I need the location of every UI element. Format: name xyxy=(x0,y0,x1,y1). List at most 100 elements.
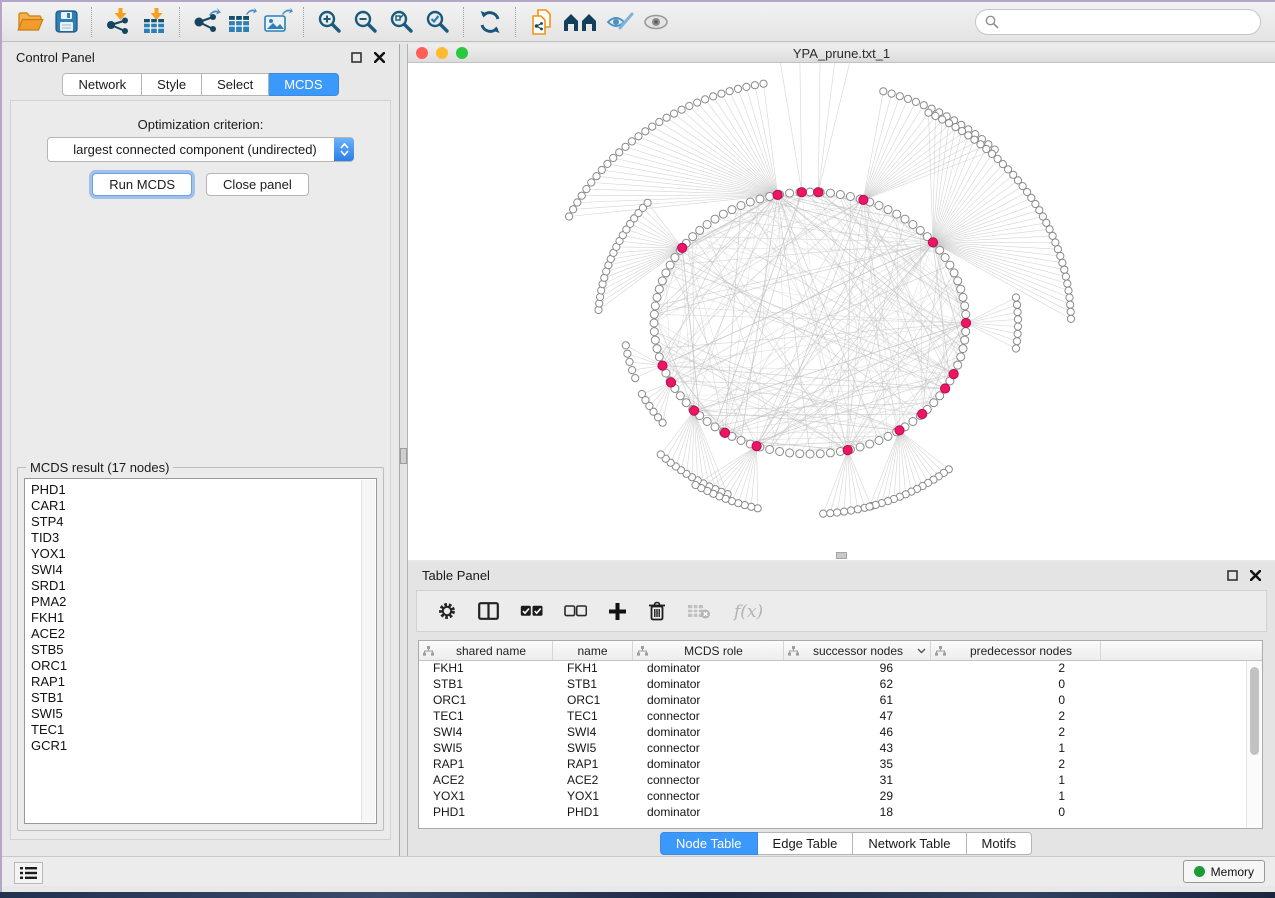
network-graph[interactable] xyxy=(408,63,1275,560)
import-network-button[interactable] xyxy=(100,6,136,38)
first-neighbors-button[interactable] xyxy=(560,6,602,38)
node-table[interactable]: shared namenameMCDS rolesuccessor nodesp… xyxy=(418,640,1263,829)
mcds-list-scrollbar[interactable] xyxy=(361,480,375,822)
mcds-result-item[interactable]: FKH1 xyxy=(31,610,356,626)
save-icon xyxy=(55,10,78,33)
tab-select[interactable]: Select xyxy=(202,73,269,96)
tab-network[interactable]: Network xyxy=(62,73,142,96)
delete-column-icon[interactable] xyxy=(648,601,666,621)
table-row[interactable]: PHD1PHD1dominator180 xyxy=(419,805,1262,821)
save-session-button[interactable] xyxy=(48,6,84,38)
panel-splitter[interactable] xyxy=(400,44,408,856)
mcds-result-item[interactable]: GCR1 xyxy=(31,738,356,754)
table-tab-edge-table[interactable]: Edge Table xyxy=(758,832,854,855)
select-all-columns-icon[interactable] xyxy=(520,605,543,617)
table-row[interactable]: STB1STB1dominator620 xyxy=(419,677,1262,693)
table-row[interactable]: YOX1YOX1connector291 xyxy=(419,789,1262,805)
horizontal-splitter-handle[interactable] xyxy=(836,552,847,559)
table-row[interactable]: RAP1RAP1dominator352 xyxy=(419,757,1262,773)
optimization-select[interactable]: largest connected component (undirected) xyxy=(47,137,354,162)
export-network-button[interactable] xyxy=(188,6,224,38)
mcds-result-item[interactable]: CAR1 xyxy=(31,498,356,514)
network-canvas[interactable] xyxy=(408,63,1275,560)
optimization-criterion-label: Optimization criterion: xyxy=(11,117,390,132)
column-header-mcds_role[interactable]: MCDS role xyxy=(633,641,784,660)
gear-icon[interactable] xyxy=(437,601,457,621)
mcds-result-item[interactable]: SWI4 xyxy=(31,562,356,578)
hide-selected-button[interactable] xyxy=(602,6,638,38)
clone-network-button[interactable] xyxy=(524,6,560,38)
table-row[interactable]: SWI4SWI4dominator462 xyxy=(419,725,1262,741)
mcds-result-item[interactable]: PHD1 xyxy=(31,482,356,498)
splitter-handle-icon[interactable] xyxy=(400,448,407,464)
zoom-out-button[interactable] xyxy=(348,6,384,38)
search-icon xyxy=(985,15,999,29)
mcds-result-list[interactable]: PHD1CAR1STP4TID3YOX1SWI4SRD1PMA2FKH1ACE2… xyxy=(24,478,377,824)
split-view-icon[interactable] xyxy=(478,602,499,620)
cell-predecessor_nodes: 1 xyxy=(931,789,1101,805)
memory-status-icon xyxy=(1194,866,1205,877)
table-scrollbar-thumb[interactable] xyxy=(1250,667,1259,755)
mcds-result-title: MCDS result (17 nodes) xyxy=(26,460,173,475)
table-scrollbar[interactable] xyxy=(1246,661,1262,828)
mcds-result-item[interactable]: ACE2 xyxy=(31,626,356,642)
table-row[interactable]: ACE2ACE2connector311 xyxy=(419,773,1262,789)
close-panel-icon[interactable] xyxy=(1250,570,1261,581)
mcds-result-item[interactable]: SWI5 xyxy=(31,706,356,722)
table-tab-motifs[interactable]: Motifs xyxy=(967,832,1033,855)
tab-style[interactable]: Style xyxy=(142,73,202,96)
search-input[interactable] xyxy=(1004,14,1260,31)
column-header-shared_name[interactable]: shared name xyxy=(419,641,553,660)
column-header-successor_nodes[interactable]: successor nodes xyxy=(784,641,931,660)
mcds-result-fieldset: MCDS result (17 nodes) PHD1CAR1STP4TID3Y… xyxy=(17,467,384,831)
optimization-select-value: largest connected component (undirected) xyxy=(48,142,334,157)
mcds-result-item[interactable]: TEC1 xyxy=(31,722,356,738)
mcds-result-item[interactable]: STP4 xyxy=(31,514,356,530)
export-table-button[interactable] xyxy=(224,6,260,38)
zoom-selected-button[interactable] xyxy=(420,6,456,38)
cell-name: PHD1 xyxy=(553,805,633,821)
show-all-button[interactable] xyxy=(638,6,674,38)
table-row[interactable]: ORC1ORC1dominator610 xyxy=(419,693,1262,709)
function-builder-icon: f(x) xyxy=(732,600,770,622)
table-row[interactable]: TEC1TEC1connector472 xyxy=(419,709,1262,725)
close-panel-icon[interactable] xyxy=(374,52,385,63)
import-table-button[interactable] xyxy=(136,6,172,38)
add-column-icon[interactable] xyxy=(608,602,627,621)
float-panel-icon[interactable] xyxy=(351,52,362,63)
mcds-result-item[interactable]: STB5 xyxy=(31,642,356,658)
memory-button[interactable]: Memory xyxy=(1183,860,1265,883)
search-box[interactable] xyxy=(975,9,1261,35)
open-session-button[interactable] xyxy=(12,6,48,38)
zoom-in-icon xyxy=(317,9,343,35)
export-image-button[interactable] xyxy=(260,6,296,38)
table-tab-network-table[interactable]: Network Table xyxy=(853,832,966,855)
zoom-in-button[interactable] xyxy=(312,6,348,38)
mcds-result-item[interactable]: SRD1 xyxy=(31,578,356,594)
task-history-button[interactable] xyxy=(14,862,43,884)
table-row[interactable]: FKH1FKH1dominator962 xyxy=(419,661,1262,677)
table-tab-node-table[interactable]: Node Table xyxy=(660,832,758,855)
unselect-all-columns-icon[interactable] xyxy=(564,605,587,617)
table-row[interactable]: SWI5SWI5connector431 xyxy=(419,741,1262,757)
mcds-result-item[interactable]: ORC1 xyxy=(31,658,356,674)
table-toolbar: f(x) xyxy=(416,590,1267,632)
control-panel-tabs: NetworkStyleSelectMCDS xyxy=(2,73,399,96)
close-panel-button[interactable]: Close panel xyxy=(206,173,309,196)
cell-mcds_role: dominator xyxy=(633,677,784,693)
tab-mcds[interactable]: MCDS xyxy=(269,73,338,96)
column-header-predecessor_nodes[interactable]: predecessor nodes xyxy=(931,641,1101,660)
column-header-name[interactable]: name xyxy=(553,641,633,660)
zoom-fit-button[interactable] xyxy=(384,6,420,38)
mcds-result-item[interactable]: RAP1 xyxy=(31,674,356,690)
cell-mcds_role: dominator xyxy=(633,693,784,709)
zoom-fit-icon xyxy=(389,9,415,35)
mcds-result-item[interactable]: PMA2 xyxy=(31,594,356,610)
mcds-result-item[interactable]: YOX1 xyxy=(31,546,356,562)
refresh-view-button[interactable] xyxy=(472,6,508,38)
mcds-result-item[interactable]: TID3 xyxy=(31,530,356,546)
mcds-result-item[interactable]: STB1 xyxy=(31,690,356,706)
float-panel-icon[interactable] xyxy=(1227,570,1238,581)
cell-mcds_role: dominator xyxy=(633,757,784,773)
run-mcds-button[interactable]: Run MCDS xyxy=(92,173,192,196)
